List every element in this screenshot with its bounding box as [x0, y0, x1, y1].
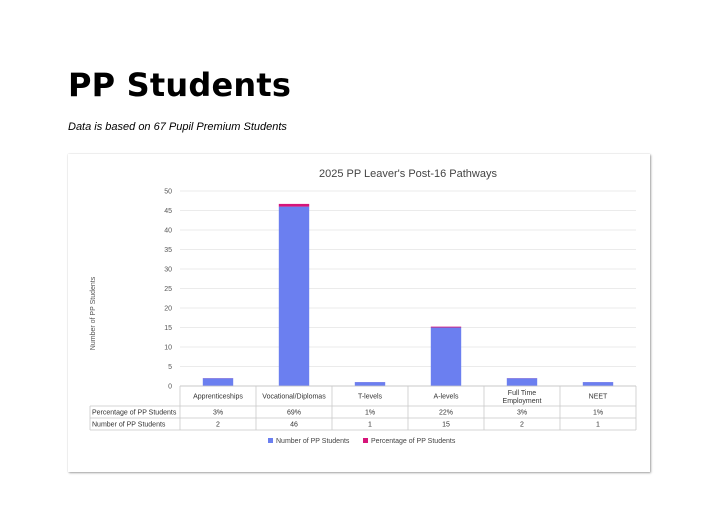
- y-tick-label: 50: [164, 189, 172, 196]
- x-category-label: Full Time Employment: [503, 390, 542, 405]
- x-category-label: Vocational/Diplomas: [262, 394, 326, 401]
- table-cell-number: 2: [520, 422, 524, 429]
- bar-number-of-pp-students: [278, 206, 310, 386]
- table-cell-percentage: 69%: [287, 410, 301, 417]
- page-subtitle: Data is based on 67 Pupil Premium Studen…: [68, 121, 287, 133]
- table-cell-number: 2: [216, 422, 220, 429]
- y-tick-label: 20: [164, 306, 172, 313]
- table-cell-number: 15: [442, 422, 450, 429]
- x-category-label: T-levels: [358, 394, 383, 401]
- x-category-label: Apprenticeships: [193, 394, 243, 401]
- chart-frame: 2025 PP Leaver's Post-16 Pathways 0 5 10 15 2…: [68, 154, 650, 472]
- table-cell-number: 1: [368, 422, 372, 429]
- chart-title: 2025 PP Leaver's Post-16 Pathways: [319, 168, 498, 180]
- table-cell-number: 1: [596, 422, 600, 429]
- table-row-label: Percentage of PP Students: [92, 410, 177, 417]
- bar-number-of-pp-students: [430, 327, 462, 386]
- y-tick-label: 5: [168, 364, 172, 371]
- bar-number-of-pp-students: [582, 382, 614, 386]
- y-tick-label: 10: [164, 345, 172, 352]
- y-axis-title: Number of PP Students: [90, 276, 97, 350]
- legend-swatch-percentage-of-pp-students: [363, 438, 368, 443]
- legend-swatch-number-of-pp-students: [268, 438, 273, 443]
- legend-label: Number of PP Students: [276, 438, 350, 445]
- table-row-label: Number of PP Students: [92, 422, 166, 429]
- bar-number-of-pp-students: [202, 378, 234, 386]
- y-tick-label: 25: [164, 286, 172, 293]
- table-cell-percentage: 1%: [593, 410, 603, 417]
- y-tick-label: 40: [164, 228, 172, 235]
- page-title: PP Students: [68, 66, 292, 104]
- bar-number-of-pp-students: [354, 382, 386, 386]
- table-cell-percentage: 3%: [213, 410, 223, 417]
- y-tick-label: 35: [164, 247, 172, 254]
- table-cell-number: 46: [290, 422, 298, 429]
- legend-label: Percentage of PP Students: [371, 438, 456, 445]
- y-tick-label: 30: [164, 267, 172, 274]
- bar-percentage-of-pp-students: [278, 203, 310, 207]
- table-cell-percentage: 3%: [517, 410, 527, 417]
- bar-number-of-pp-students: [506, 378, 538, 386]
- x-category-label: A-levels: [434, 394, 459, 401]
- table-cell-percentage: 22%: [439, 410, 453, 417]
- table-cell-percentage: 1%: [365, 410, 375, 417]
- y-tick-label: 0: [168, 384, 172, 391]
- bar-percentage-of-pp-students: [430, 326, 462, 328]
- chart-svg: 2025 PP Leaver's Post-16 Pathways 0 5 10 15 2…: [89, 168, 637, 445]
- y-tick-label: 15: [164, 325, 172, 332]
- x-category-label: NEET: [589, 394, 608, 401]
- y-tick-label: 45: [164, 208, 172, 215]
